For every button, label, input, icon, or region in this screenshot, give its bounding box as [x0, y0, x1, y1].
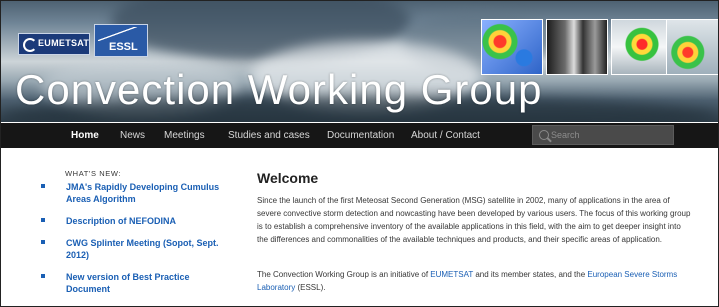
bullet-icon	[41, 218, 45, 222]
initiative-text-1: The Convection Working Group is an initi…	[257, 270, 431, 279]
nav-home[interactable]: Home	[71, 123, 99, 148]
site-title[interactable]: Convection Working Group	[15, 66, 542, 114]
bullet-icon	[41, 240, 45, 244]
page-frame: EUMETSAT ESSL Convection Working Group H…	[0, 0, 719, 307]
header-banner: EUMETSAT ESSL Convection Working Group	[1, 1, 718, 122]
sidebar: WHAT'S NEW: JMA's Rapidly Developing Cum…	[1, 149, 226, 306]
bullet-icon	[41, 274, 45, 278]
news-link-jma[interactable]: JMA's Rapidly Developing Cumulus Areas A…	[66, 181, 226, 205]
essl-logo-text: ESSL	[109, 41, 138, 53]
nav-studies-and-cases[interactable]: Studies and cases	[228, 123, 310, 148]
intro-paragraph: Since the launch of the first Meteosat S…	[257, 196, 691, 244]
main-content: Welcome Since the launch of the first Me…	[257, 169, 697, 292]
essl-logo[interactable]: ESSL	[94, 24, 148, 57]
initiative-paragraph: The Convection Working Group is an initi…	[257, 268, 692, 294]
satellite-image-2	[546, 19, 608, 75]
news-item: CWG Splinter Meeting (Sopot, Sept. 2012)	[41, 237, 226, 261]
radar-image-3	[611, 19, 673, 75]
page-title: Welcome	[257, 170, 319, 186]
news-link-splinter-meeting[interactable]: CWG Splinter Meeting (Sopot, Sept. 2012)	[66, 237, 226, 261]
initiative-text-2: and its member states, and the	[473, 270, 588, 279]
news-item: JMA's Rapidly Developing Cumulus Areas A…	[41, 181, 226, 205]
eumetsat-link[interactable]: EUMETSAT	[430, 270, 473, 279]
search-box[interactable]	[532, 125, 674, 145]
bullet-icon	[41, 184, 45, 188]
initiative-text-3: (ESSL).	[295, 283, 326, 292]
nav-about-contact[interactable]: About / Contact	[411, 123, 480, 148]
search-input[interactable]	[551, 128, 669, 142]
eumetsat-logo[interactable]: EUMETSAT	[18, 33, 90, 55]
nav-news[interactable]: News	[120, 123, 145, 148]
nav-meetings[interactable]: Meetings	[164, 123, 205, 148]
whats-new-heading: WHAT'S NEW:	[65, 169, 122, 178]
eumetsat-logo-text: EUMETSAT	[38, 38, 90, 48]
search-icon	[539, 130, 549, 140]
news-item: Description of NEFODINA	[41, 215, 226, 227]
news-item: New version of Best Practice Document	[41, 271, 226, 295]
news-link-best-practice[interactable]: New version of Best Practice Document	[66, 271, 226, 295]
news-list: JMA's Rapidly Developing Cumulus Areas A…	[41, 181, 226, 305]
radar-image-4	[666, 19, 718, 75]
news-link-nefodina[interactable]: Description of NEFODINA	[66, 215, 226, 227]
nav-documentation[interactable]: Documentation	[327, 123, 394, 148]
